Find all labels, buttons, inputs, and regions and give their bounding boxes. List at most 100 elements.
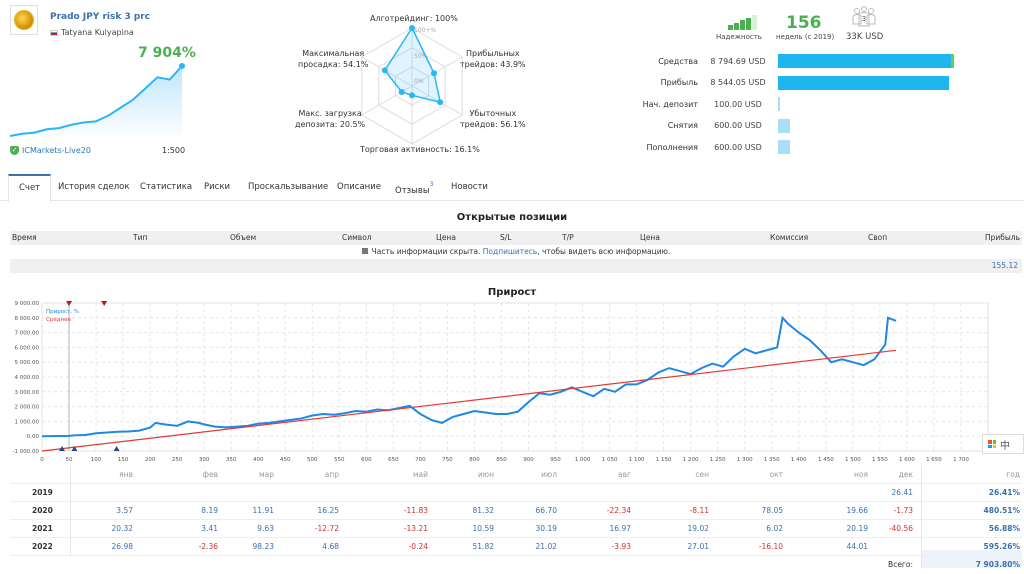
x-tick-label: 600 bbox=[361, 457, 372, 463]
tab-label: Проскальзывание bbox=[248, 182, 329, 192]
x-tick-label: 1 350 bbox=[764, 457, 780, 463]
x-tick-label: 800 bbox=[469, 457, 480, 463]
stat-bar-tip bbox=[951, 54, 954, 68]
tab-label: Описание bbox=[337, 182, 381, 192]
reliability-bar bbox=[728, 25, 733, 30]
month-value: -16.10 bbox=[758, 542, 783, 551]
column-header: Цена bbox=[640, 233, 660, 242]
growth-percent: 7 904% bbox=[138, 45, 196, 61]
y-tick-label: 5 000.00 bbox=[15, 360, 40, 366]
monthly-row: 2020 3.57 8.19 11.91 16.25 -11.83 81.32 66.70 -2… bbox=[10, 502, 1022, 520]
x-tick-label: 1 050 bbox=[602, 457, 618, 463]
tab-6[interactable]: Отзывы3 bbox=[385, 174, 443, 201]
y-tick-label: 7 000.00 bbox=[15, 331, 40, 337]
broker-name[interactable]: ICMarkets-Live20 bbox=[22, 146, 91, 155]
stat-bar-track bbox=[778, 118, 970, 133]
tab-4[interactable]: Проскальзывание bbox=[238, 174, 338, 201]
growth-chart: 9 000.00 8 000.00 7 000.00 6 000.00 5 000.00… bbox=[13, 301, 989, 463]
stat-row: Пополнения 600.00 USD bbox=[630, 140, 970, 154]
tab-7[interactable]: Новости bbox=[441, 174, 498, 201]
month-value: -8.11 bbox=[689, 506, 709, 515]
month-value: 3.57 bbox=[116, 506, 133, 515]
author-name[interactable]: Tatyana Kulyapina bbox=[61, 28, 134, 37]
month-header: май bbox=[412, 470, 428, 479]
stat-bar bbox=[778, 75, 949, 90]
year-total: 480.51% bbox=[983, 506, 1020, 515]
russia-flag-icon bbox=[50, 29, 58, 36]
stat-bar bbox=[778, 97, 780, 111]
author[interactable]: Tatyana Kulyapina bbox=[50, 28, 134, 37]
y-tick-label: 8 000.00 bbox=[15, 316, 40, 322]
x-tick-label: 650 bbox=[388, 457, 399, 463]
x-tick-label: 1 150 bbox=[656, 457, 672, 463]
x-tick-label: 1 600 bbox=[899, 457, 915, 463]
open-positions-total: 155.12 bbox=[10, 259, 1022, 273]
tab-label: Статистика bbox=[140, 182, 193, 192]
radar-label-loss-trades: Убыточных трейдов: 56.1% bbox=[460, 109, 526, 129]
stat-row: Нач. депозит 100.00 USD bbox=[630, 97, 970, 111]
table-divider bbox=[70, 466, 71, 556]
month-value: 27.01 bbox=[687, 542, 709, 551]
column-header: Цена bbox=[436, 233, 456, 242]
signal-avatar[interactable] bbox=[10, 5, 38, 35]
stat-bar-track bbox=[778, 97, 970, 111]
monthly-header-row: янв фев мар апр май июн июл авг сен окт ноя дек год bbox=[10, 466, 1022, 484]
month-value: -0.24 bbox=[408, 542, 428, 551]
x-tick-label: 1 250 bbox=[710, 457, 726, 463]
info-text-suffix: , чтобы видеть всю информацию. bbox=[537, 247, 671, 256]
column-header: Тип bbox=[133, 233, 148, 242]
y-tick-label: 0.00 bbox=[27, 434, 40, 440]
month-header: июл bbox=[541, 470, 557, 479]
monthly-row: 2021 20.32 3.41 9.63 -12.72 -13.21 10.59 30.19 1… bbox=[10, 520, 1022, 538]
tab-label: Новости bbox=[451, 182, 488, 192]
monthly-row: 2019 26.41 26.41% bbox=[10, 484, 1022, 502]
stat-value: 600.00 USD bbox=[714, 142, 762, 152]
x-tick-label: 1 400 bbox=[791, 457, 807, 463]
month-header: сен bbox=[695, 470, 709, 479]
year-cell: 2020 bbox=[32, 506, 53, 515]
legend-growth: Прирост, % bbox=[46, 309, 79, 315]
month-header: июн bbox=[477, 470, 494, 479]
reliability-bar bbox=[740, 20, 745, 30]
grand-total-row: Всего: 7 903.80% bbox=[10, 556, 1022, 574]
signal-title[interactable]: Prado JPY risk 3 prc bbox=[50, 12, 150, 22]
tab-1[interactable]: История сделок bbox=[48, 174, 139, 201]
month-value: 20.32 bbox=[111, 524, 133, 533]
reliability-label: Надежность bbox=[716, 33, 762, 41]
x-tick-label: 1 650 bbox=[926, 457, 942, 463]
stat-bar bbox=[778, 54, 954, 68]
open-positions-header: Время Тип Объем Символ Цена S/L T/P Цена Комисси… bbox=[10, 231, 1022, 245]
tab-label: История сделок bbox=[58, 182, 130, 192]
ime-indicator[interactable]: 中 bbox=[982, 434, 1024, 454]
y-tick-label: 4 000.00 bbox=[15, 375, 40, 381]
tab-0[interactable]: Счет bbox=[8, 174, 52, 202]
month-value: -22.34 bbox=[606, 506, 631, 515]
column-header: S/L bbox=[500, 233, 512, 242]
weeks-count: 156 bbox=[786, 13, 822, 33]
reliability-bar bbox=[746, 17, 751, 30]
year-total: 56.88% bbox=[988, 524, 1020, 533]
x-tick-label: 750 bbox=[442, 457, 453, 463]
month-header: окт bbox=[769, 470, 784, 479]
stat-label: Пополнения bbox=[646, 142, 698, 152]
tab-3[interactable]: Риски bbox=[194, 174, 240, 201]
column-header: Объем bbox=[230, 233, 257, 242]
broker-server[interactable]: ✓ ICMarkets-Live20 bbox=[10, 146, 91, 155]
x-tick-label: 1 100 bbox=[629, 457, 645, 463]
x-tick-label: 900 bbox=[523, 457, 534, 463]
subscribe-link[interactable]: Подпишитесь bbox=[483, 247, 537, 256]
tab-2[interactable]: Статистика bbox=[130, 174, 202, 201]
stat-label: Средства bbox=[658, 56, 698, 66]
month-value: 26.41 bbox=[891, 488, 913, 497]
y-tick-label: -1 000.00 bbox=[13, 449, 40, 455]
column-header: Комиссия bbox=[770, 233, 809, 242]
month-value: 98.23 bbox=[252, 542, 274, 551]
month-value: 78.05 bbox=[761, 506, 783, 515]
y-tick-label: 3 000.00 bbox=[15, 390, 40, 396]
subscribers-funds: 33K USD bbox=[846, 32, 884, 42]
open-positions-title: Открытые позиции bbox=[456, 212, 568, 223]
column-header: Время bbox=[12, 233, 37, 242]
stat-label: Снятия bbox=[667, 121, 698, 130]
tab-5[interactable]: Описание bbox=[327, 174, 391, 201]
x-tick-label: 700 bbox=[415, 457, 426, 463]
